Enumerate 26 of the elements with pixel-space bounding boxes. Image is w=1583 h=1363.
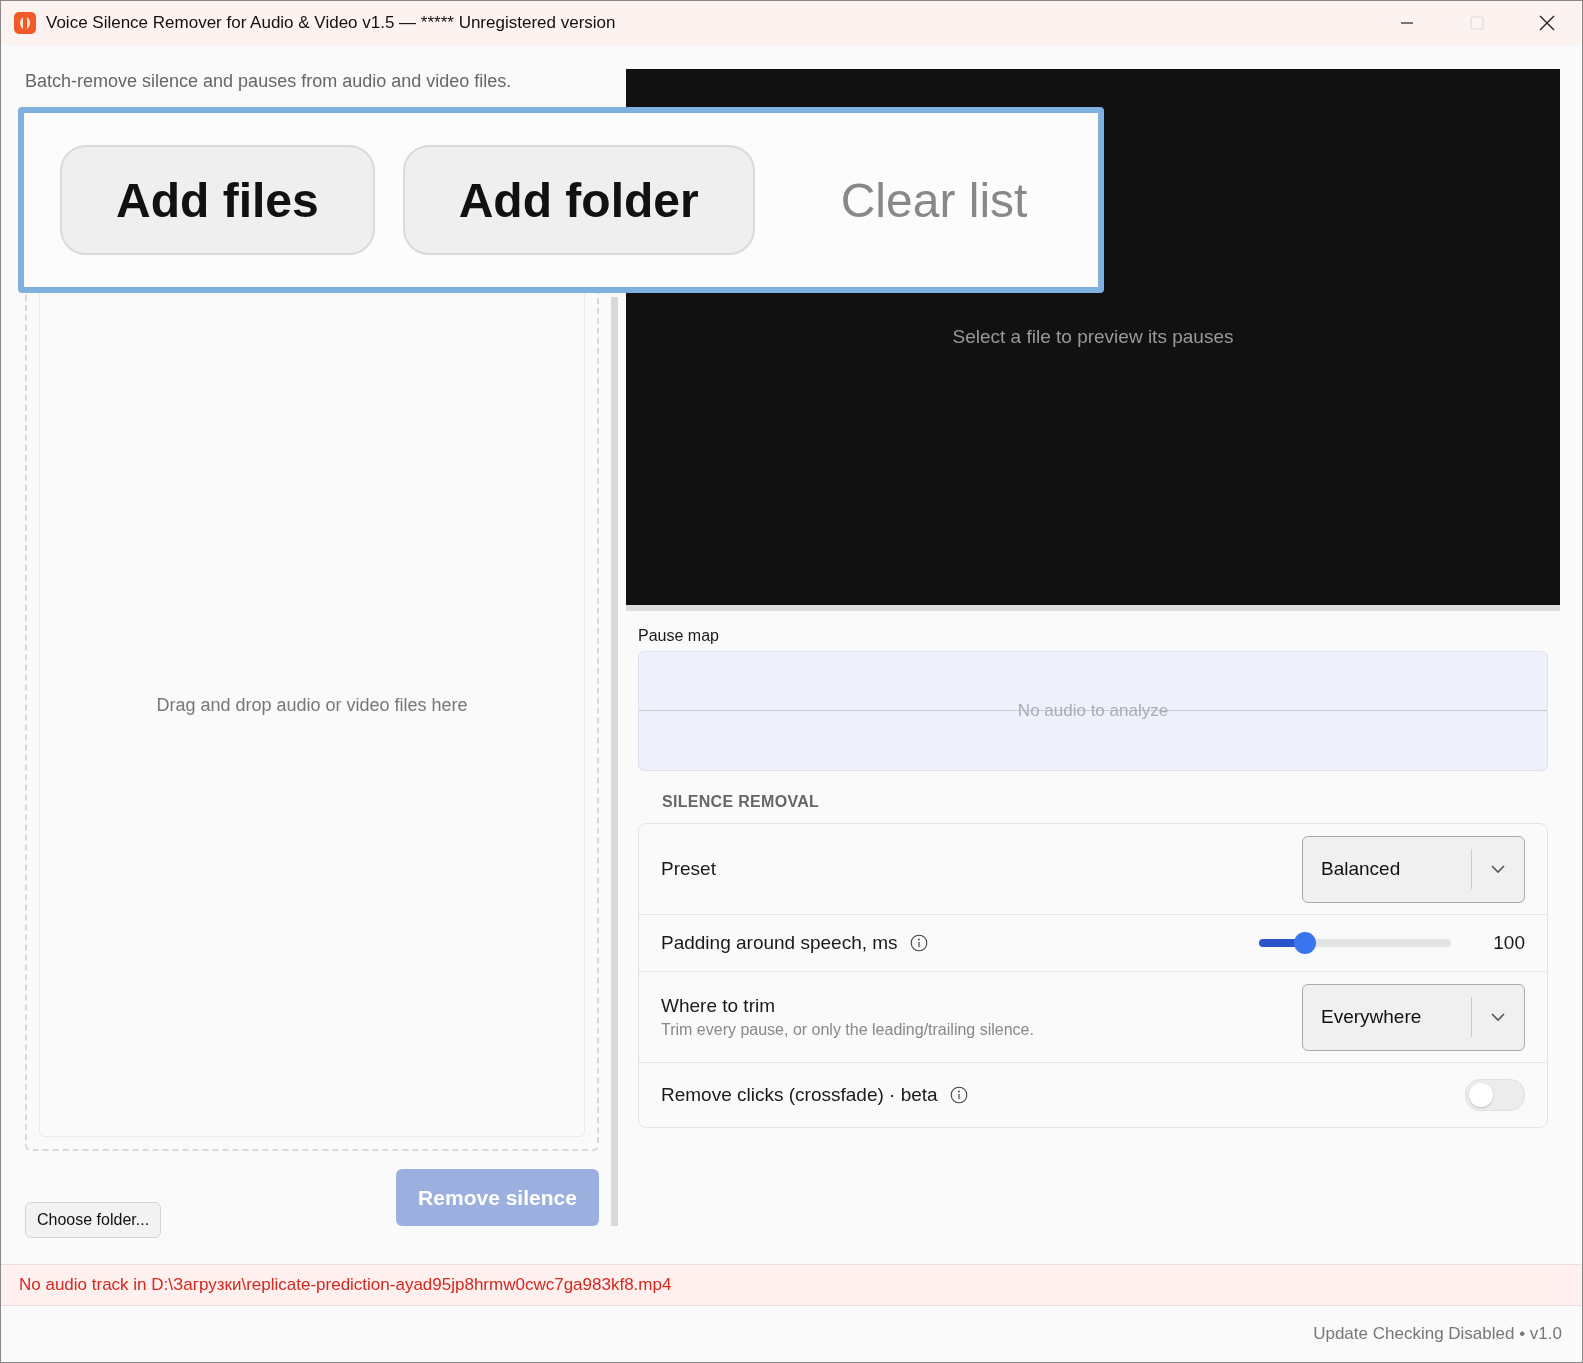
window-title: Voice Silence Remover for Audio & Video v1.5 — ***** Unregistered version [46, 13, 616, 33]
status-text: Update Checking Disabled • v1.0 [1313, 1324, 1562, 1344]
section-title: SILENCE REMOVAL [662, 793, 821, 811]
setting-label: Where to trim [661, 995, 776, 1017]
chevron-icon [1490, 864, 1506, 874]
subtitle: Batch-remove silence and pauses from audio and video files. [25, 71, 513, 92]
slider-value: 100 [1493, 932, 1525, 954]
info-icon[interactable] [949, 1086, 968, 1104]
app-icon [14, 12, 36, 34]
toolbar-button[interactable]: Add files [60, 145, 375, 255]
dropdown[interactable]: Balanced [1302, 835, 1525, 903]
drop-hint: Drag and drop audio or video files here [156, 695, 468, 716]
setting-hint: Trim every pause, or only the leading/trailing silence. [661, 1021, 1035, 1039]
setting-label: Preset [661, 858, 716, 880]
preview-hint: Select a file to preview its pauses [952, 326, 1234, 348]
dropdown[interactable]: Everywhere [1302, 983, 1525, 1051]
choose-folder-button[interactable]: Choose folder... [25, 1202, 162, 1238]
pause-map-title: Pause map [638, 627, 720, 645]
setting-label: Padding around speech, ms [661, 932, 898, 954]
info-icon[interactable] [909, 934, 928, 952]
error-message: No audio track in D:\Загрузки\replicate-prediction-ayad95jp8hrmw0cwc7ga983kf8.mp4 [1, 1264, 1582, 1306]
setting-label: Remove clicks (crossfade) · beta [661, 1084, 938, 1106]
toggle-switch[interactable] [1465, 1079, 1525, 1111]
toolbar-button[interactable]: Add folder [402, 145, 755, 255]
pause-map-hint: No audio to analyze [1017, 701, 1169, 721]
chevron-icon [1490, 1012, 1506, 1022]
